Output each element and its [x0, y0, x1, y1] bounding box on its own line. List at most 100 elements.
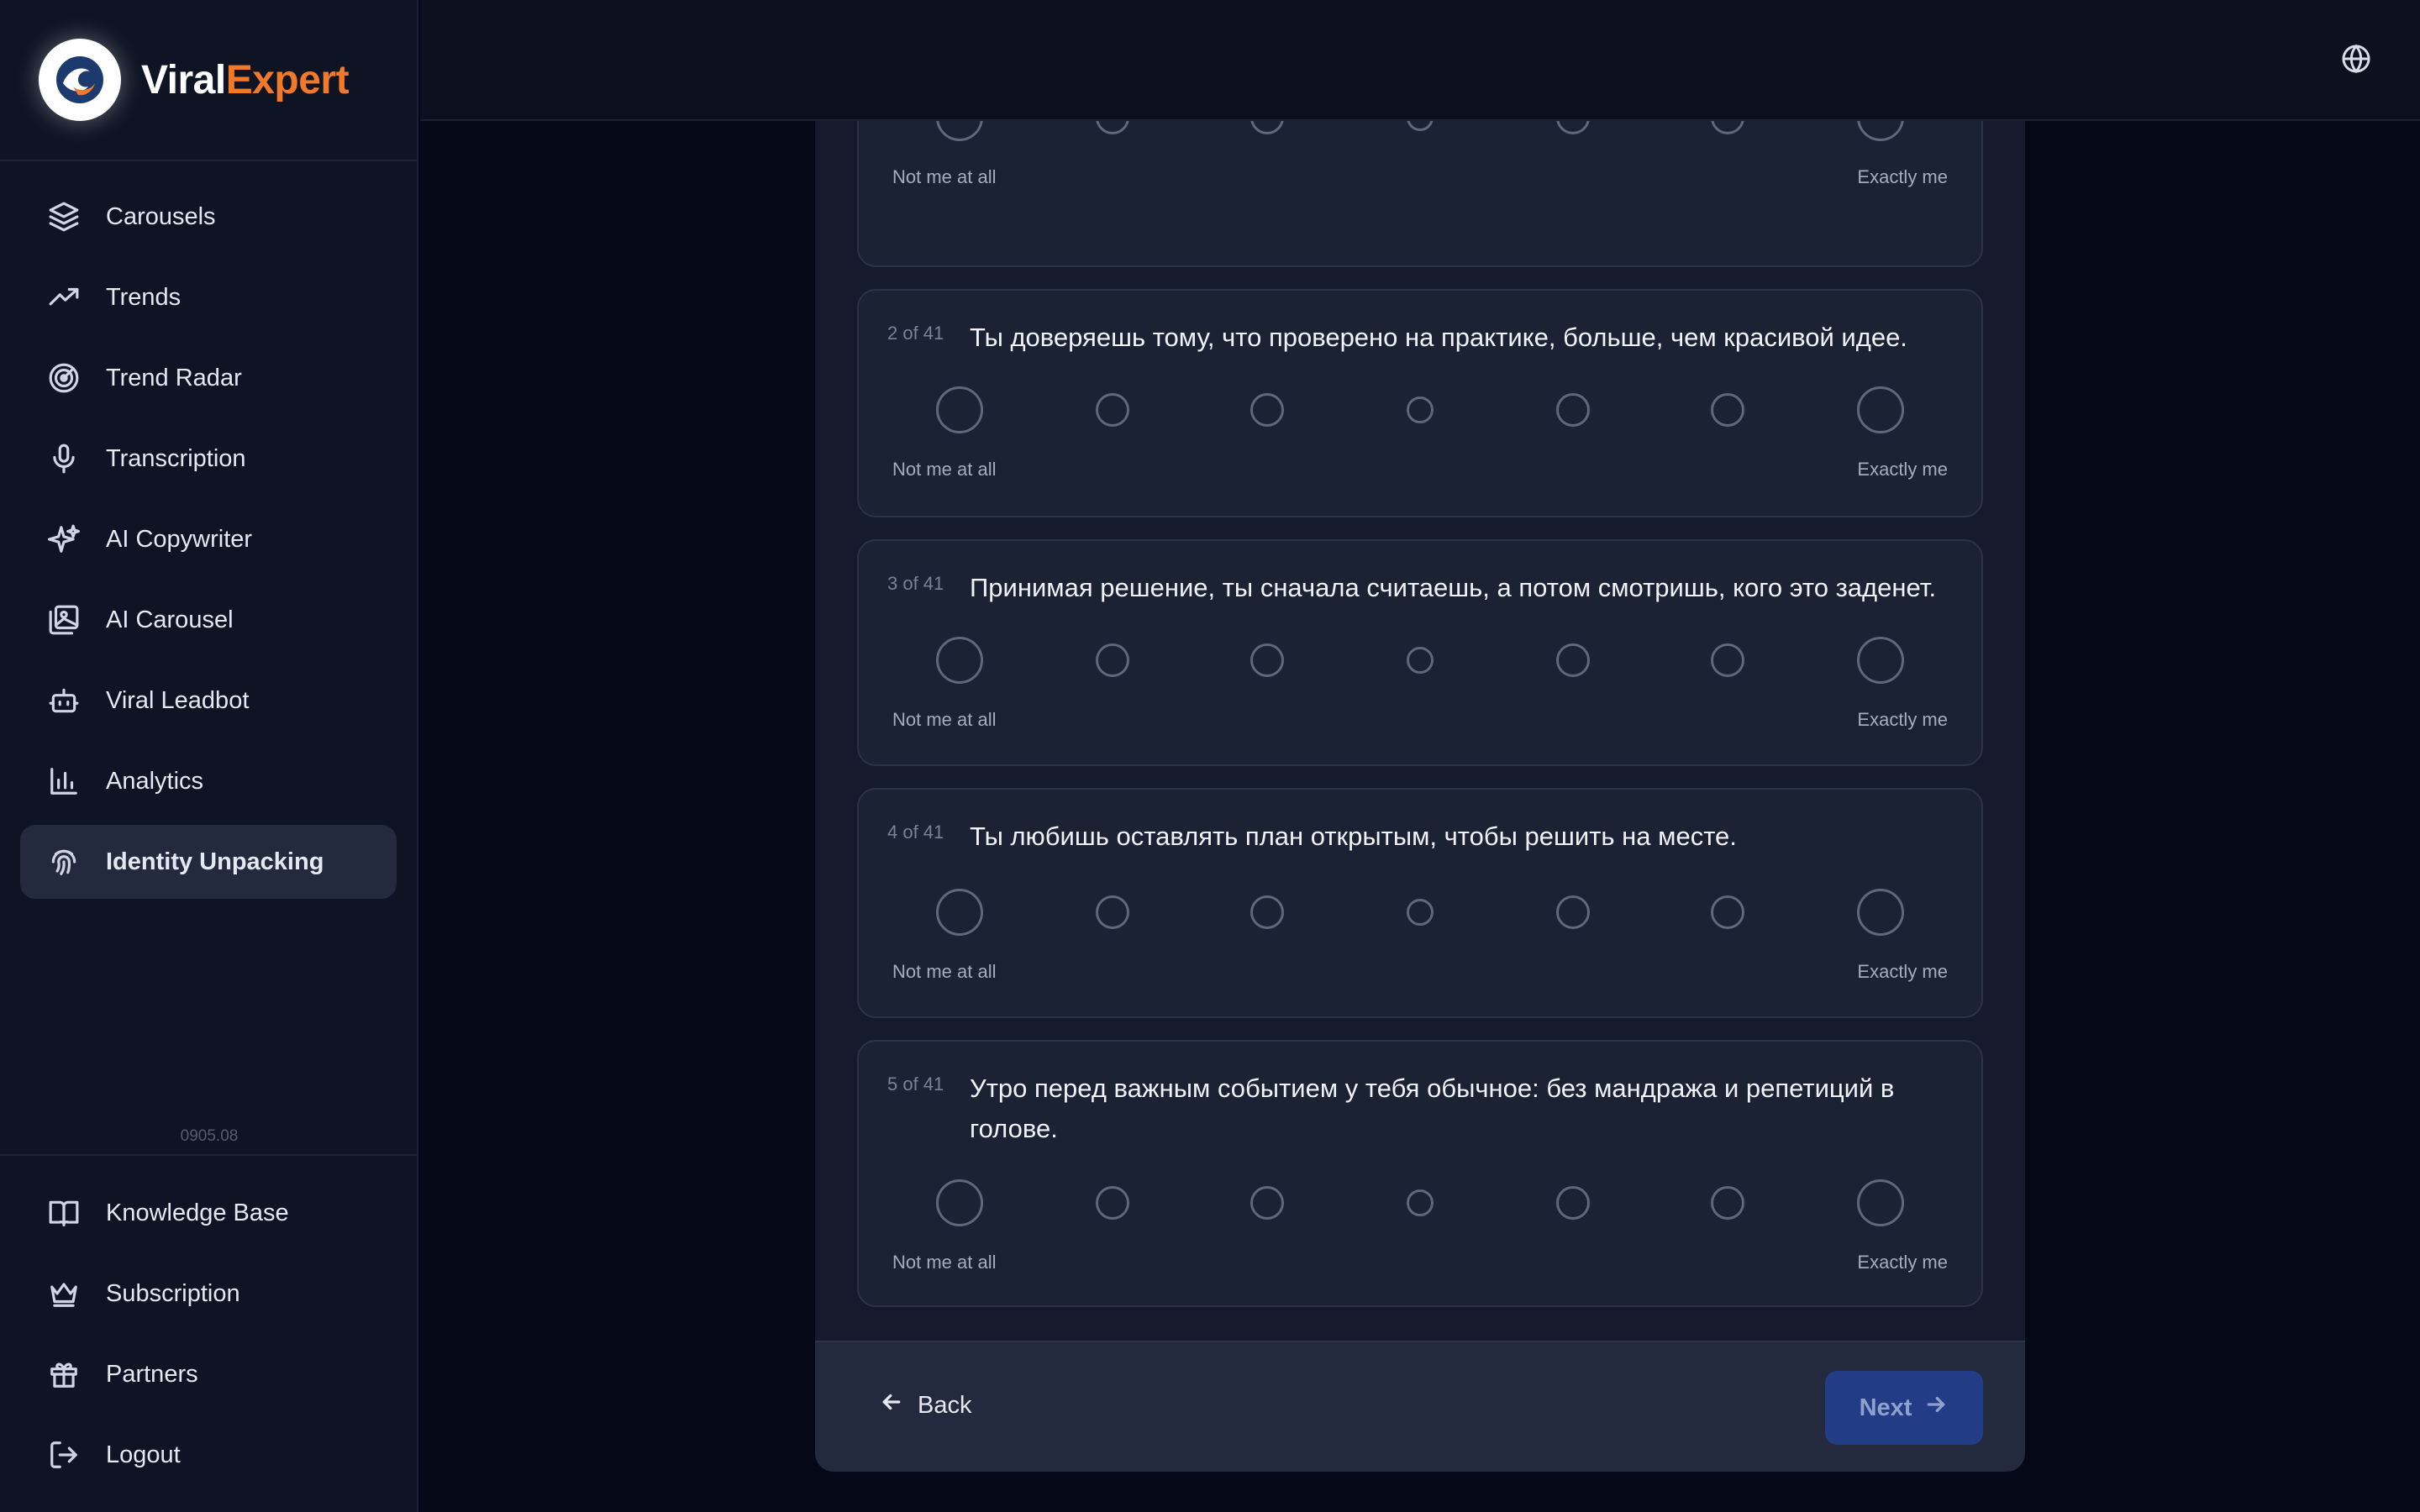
images-icon — [47, 603, 81, 637]
sidebar-item-ai-copywriter[interactable]: AI Copywriter — [20, 502, 397, 576]
trending-up-icon — [47, 281, 81, 314]
questionnaire-panel: Not me at all Exactly me 2 of 41 Ты дове… — [815, 50, 2025, 1472]
scale-label-left: Not me at all — [892, 1252, 997, 1273]
crown-icon — [47, 1277, 81, 1310]
scale-option-4[interactable] — [1407, 396, 1434, 423]
sidebar-item-label: Transcription — [106, 444, 246, 472]
scale-option-1[interactable] — [936, 1179, 983, 1226]
scale-option-2[interactable] — [1096, 895, 1129, 929]
scale-option-6[interactable] — [1711, 393, 1744, 427]
scale-option-1[interactable] — [936, 386, 983, 433]
brand-part-2: Expert — [225, 57, 350, 102]
scale-option-2[interactable] — [1096, 1186, 1129, 1220]
scale-label-right: Exactly me — [1857, 709, 1948, 730]
microphone-icon — [47, 442, 81, 475]
likert-scale — [859, 635, 1985, 685]
scale-option-7[interactable] — [1857, 386, 1904, 433]
question-card: 4 of 41 Ты любишь оставлять план открыты… — [857, 788, 1983, 1018]
scale-option-3[interactable] — [1250, 643, 1284, 677]
sidebar-item-ai-carousel[interactable]: AI Carousel — [20, 583, 397, 657]
logo-icon — [39, 39, 121, 121]
sidebar-item-label: Analytics — [106, 767, 204, 795]
scale-option-4[interactable] — [1407, 647, 1434, 674]
logo-area[interactable]: ViralExpert — [0, 0, 417, 161]
sidebar-item-label: Identity Unpacking — [106, 848, 324, 875]
scale-option-7[interactable] — [1857, 637, 1904, 684]
scale-label-right: Exactly me — [1857, 459, 1948, 480]
sidebar-item-label: Subscription — [106, 1279, 240, 1307]
question-text: Утро перед важным событием у тебя обычно… — [970, 1074, 1895, 1143]
sidebar-item-label: Trend Radar — [106, 364, 242, 391]
sidebar-item-label: Carousels — [106, 202, 216, 230]
arrow-left-icon — [879, 1389, 918, 1421]
scale-option-2[interactable] — [1096, 393, 1129, 427]
sidebar-item-knowledge-base[interactable]: Knowledge Base — [20, 1176, 398, 1250]
scale-label-left: Not me at all — [892, 709, 997, 730]
main-nav: Carousels Trends Trend Radar Transcripti… — [0, 161, 417, 899]
likert-scale — [859, 385, 1985, 435]
sidebar-item-subscription[interactable]: Subscription — [20, 1257, 398, 1331]
scale-label-left: Not me at all — [892, 166, 997, 187]
likert-scale — [859, 1178, 1985, 1228]
top-bar — [420, 0, 2420, 121]
scale-option-4[interactable] — [1407, 1189, 1434, 1216]
back-button[interactable]: Back — [879, 1389, 971, 1421]
question-text: Ты доверяешь тому, что проверено на прак… — [970, 323, 1907, 352]
sparkles-icon — [47, 522, 81, 556]
next-button[interactable]: Next — [1825, 1371, 1983, 1445]
sidebar-item-logout[interactable]: Logout — [20, 1418, 398, 1492]
layers-icon — [47, 200, 81, 234]
scale-option-3[interactable] — [1250, 393, 1284, 427]
sidebar-item-label: AI Carousel — [106, 606, 234, 633]
questionnaire-footer: Back Next — [815, 1341, 2025, 1472]
scale-option-1[interactable] — [936, 637, 983, 684]
question-text: Принимая решение, ты сначала считаешь, а… — [970, 573, 1937, 602]
sidebar-item-analytics[interactable]: Analytics — [20, 744, 397, 818]
question-number: 5 of 41 — [887, 1074, 944, 1095]
language-button[interactable] — [2341, 44, 2375, 77]
scale-label-right: Exactly me — [1857, 166, 1948, 187]
sidebar-item-viral-leadbot[interactable]: Viral Leadbot — [20, 664, 397, 738]
scale-option-7[interactable] — [1857, 1179, 1904, 1226]
arrow-right-icon — [1912, 1392, 1949, 1424]
question-card: 2 of 41 Ты доверяешь тому, что проверено… — [857, 289, 1983, 517]
scale-option-3[interactable] — [1250, 1186, 1284, 1220]
sidebar-item-carousels[interactable]: Carousels — [20, 180, 397, 254]
sidebar: ViralExpert Carousels Trends Trend Radar — [0, 0, 418, 1512]
brand-part-1: Viral — [141, 57, 226, 102]
app-version: 0905.08 — [180, 1127, 239, 1145]
scale-label-left: Not me at all — [892, 961, 997, 982]
scale-label-right: Exactly me — [1857, 961, 1948, 982]
brand-name: ViralExpert — [141, 57, 350, 103]
sidebar-item-identity-unpacking[interactable]: Identity Unpacking — [20, 825, 397, 899]
sidebar-item-label: Knowledge Base — [106, 1199, 289, 1226]
bar-chart-icon — [47, 764, 81, 798]
sidebar-item-label: Trends — [106, 283, 182, 311]
radar-icon — [47, 361, 81, 395]
sidebar-item-partners[interactable]: Partners — [20, 1337, 398, 1411]
scale-option-5[interactable] — [1556, 643, 1590, 677]
scale-option-4[interactable] — [1407, 899, 1434, 926]
scale-option-7[interactable] — [1857, 889, 1904, 936]
sidebar-divider — [0, 1154, 418, 1156]
book-icon — [47, 1196, 81, 1230]
sidebar-item-label: Partners — [106, 1360, 198, 1388]
scale-option-6[interactable] — [1711, 1186, 1744, 1220]
scale-option-1[interactable] — [936, 889, 983, 936]
scale-option-6[interactable] — [1711, 643, 1744, 677]
sidebar-item-transcription[interactable]: Transcription — [20, 422, 397, 496]
scale-option-6[interactable] — [1711, 895, 1744, 929]
scale-option-5[interactable] — [1556, 895, 1590, 929]
sidebar-item-trends[interactable]: Trends — [20, 260, 397, 334]
scale-option-5[interactable] — [1556, 1186, 1590, 1220]
fingerprint-icon — [47, 845, 81, 879]
scale-label-left: Not me at all — [892, 459, 997, 480]
scale-option-3[interactable] — [1250, 895, 1284, 929]
globe-icon — [2341, 44, 2371, 77]
question-card: 5 of 41 Утро перед важным событием у теб… — [857, 1040, 1983, 1307]
scale-option-2[interactable] — [1096, 643, 1129, 677]
scale-option-5[interactable] — [1556, 393, 1590, 427]
sidebar-item-label: Viral Leadbot — [106, 686, 250, 714]
sidebar-item-trend-radar[interactable]: Trend Radar — [20, 341, 397, 415]
sidebar-item-label: AI Copywriter — [106, 525, 253, 553]
